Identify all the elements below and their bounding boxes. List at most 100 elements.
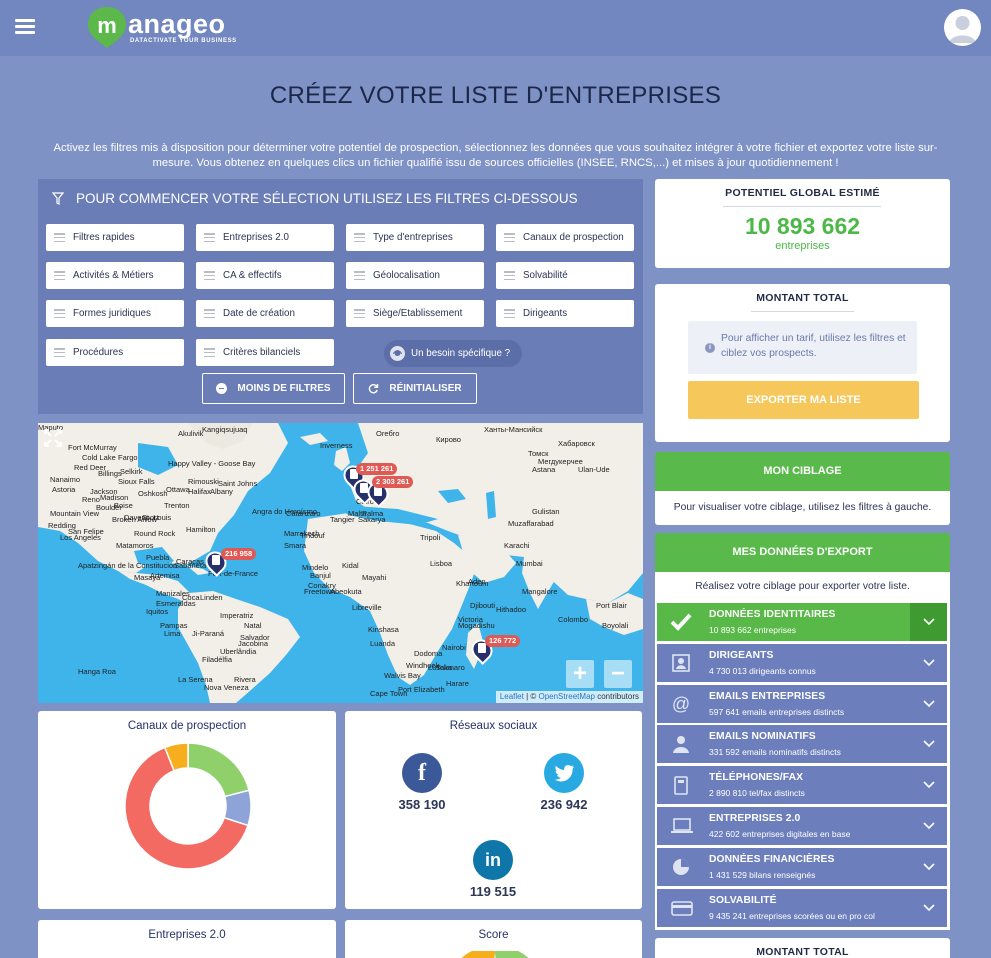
reseaux-card: Réseaux sociaux f 358 190 236 942 in 119… [345,711,642,909]
score-gauge [461,951,529,958]
chevron-down-icon[interactable] [910,807,947,845]
filter-button[interactable]: Procédures [46,339,184,366]
filter-button[interactable]: Type d'entreprises [346,224,484,251]
facebook-icon: f [402,753,442,793]
filter-button-label: Siège/Etablissement [373,308,463,319]
drag-handle-icon [354,271,365,280]
montant-card: MONTANT TOTAL i Pour afficher un tarif, … [655,284,950,442]
filter-button[interactable]: Critères bilanciels [196,339,334,366]
filter-button[interactable]: Entreprises 2.0 [196,224,334,251]
map-place-label: Port Blair [596,601,627,610]
map-place-label: Harare [446,679,469,688]
map-place-label: Nairobi [442,643,466,652]
map-place-label: Lusaka [428,663,453,672]
filter-button[interactable]: Siège/Etablissement [346,300,484,327]
map-place-label: Astana [532,465,556,474]
export-row[interactable]: ENTREPRISES 2.0 422 602 entreprises digit… [657,807,947,845]
map-place-label: Хабаровск [558,439,595,448]
filter-button[interactable]: Géolocalisation [346,262,484,289]
specific-need-button[interactable]: Un besoin spécifique ? [384,340,522,367]
filter-button[interactable]: Solvabilité [496,262,634,289]
drag-handle-icon [504,309,515,318]
map-place-label: Abeokuta [330,587,362,596]
drag-handle-icon [354,309,365,318]
drag-handle-icon [504,271,515,280]
support-icon [390,346,405,361]
export-row[interactable]: DONNÉES FINANCIÈRES 1 431 529 bilans rens… [657,847,947,886]
export-row[interactable]: EMAILS NOMINATIFS 331 592 emails nominati… [657,725,947,764]
menu-icon[interactable] [15,19,35,35]
twitter-icon [544,753,584,793]
export-row-title: DONNÉES FINANCIÈRES [709,853,835,865]
montant-title: MONTANT TOTAL [756,292,849,304]
map-place-label: Aden [468,577,486,586]
export-row-subtitle: 1 431 529 bilans renseignés [709,869,816,880]
map-place-label: Kinshasa [368,625,399,634]
zoom-in-button[interactable]: + [566,660,594,688]
map-place-label: Dodoma [414,649,443,658]
filter-button[interactable]: Activités & Métiers [46,262,184,289]
twitter-stat: 236 942 [524,753,604,812]
map-place-label: Albany [210,487,233,496]
map-place-label: Puebla [146,553,170,562]
reset-button[interactable]: RÉINITIALISER [353,373,477,404]
export-row-subtitle: 10 893 662 entreprises [709,625,796,635]
prospect-map[interactable]: Akulivik Kangiqsujuaq Ханты-Мансийск Кирово… [38,423,643,703]
map-place-label: Mountain View [50,509,100,518]
map-place-label: Smara [284,541,307,550]
at-icon: @ [670,694,692,714]
map-place-label: Happy Valley - Goose Bay [168,459,256,468]
map-place-label: Ji-Paraná [192,629,225,638]
filter-button[interactable]: Date de création [196,300,334,327]
map-place-label: Halifax [188,487,211,496]
user-avatar-icon[interactable] [944,9,981,46]
map-marker-count[interactable]: 2 303 261 [372,476,414,488]
map-place-label: Fort McMurray [68,443,117,452]
map-marker-count[interactable]: 216 958 [221,548,257,560]
export-list-button[interactable]: EXPORTER MA LISTE [688,381,919,419]
facebook-stat: f 358 190 [382,753,462,812]
donut-slice[interactable] [187,742,250,798]
export-row-subtitle: 331 592 emails nominatifs distincts [709,747,841,758]
tarif-info-text: Pour afficher un tarif, utilisez les fil… [721,333,906,359]
filter-button-label: Date de création [223,308,295,319]
export-row[interactable]: DIRIGEANTS 4 730 013 dirigeants connus [657,643,947,682]
export-row[interactable]: DONNÉES IDENTITAIRES 10 893 662 entrepris… [657,603,947,641]
osm-link[interactable]: OpenStreetMap [538,692,594,701]
map-place-label: Karachi [504,541,530,550]
map-place-label: Kangiqsujuaq [202,425,248,434]
map-place-label: Imperatriz [220,611,254,620]
chevron-down-icon[interactable] [910,685,947,723]
chevron-down-icon[interactable] [910,603,947,641]
fullscreen-icon[interactable] [38,423,68,453]
map-place-label: Coca [182,593,200,602]
top-bar: m anageo DATACTIVATE YOUR BUSINESS [0,0,991,56]
filter-button[interactable]: Canaux de prospection [496,224,634,251]
chevron-down-icon[interactable] [910,644,947,682]
logo[interactable]: m anageo DATACTIVATE YOUR BUSINESS [86,5,246,51]
map-marker-count[interactable]: 1 251 261 [356,463,398,475]
filter-button-label: Critères bilanciels [223,347,301,358]
map-place-label: Lima [164,629,181,638]
map-place-label: Banjul [310,571,331,580]
filter-button[interactable]: Filtres rapides [46,224,184,251]
map-place-label: Luanda [370,639,396,648]
map-marker-count[interactable]: 126 772 [485,635,521,647]
zoom-out-button[interactable]: − [604,660,632,688]
chevron-down-icon[interactable] [910,889,947,927]
filter-button[interactable]: CA & effectifs [196,262,334,289]
export-row[interactable]: @ EMAILS ENTREPRISES 597 641 emails entrep… [657,684,947,723]
less-filters-button[interactable]: MOINS DE FILTRES [202,373,345,404]
map-place-label: Astoria [52,485,76,494]
drag-handle-icon [204,233,215,242]
leaflet-link[interactable]: Leaflet [500,692,524,701]
map-place-label: Djibouti [470,601,496,610]
filter-button[interactable]: Formes juridiques [46,300,184,327]
map-place-label: Мегдукерчее [538,457,583,466]
chevron-down-icon[interactable] [910,766,947,804]
export-row[interactable]: TÉLÉPHONES/FAX 2 890 810 tel/fax distinct… [657,766,947,805]
export-row[interactable]: SOLVABILITÉ 9 435 241 entreprises scorées… [657,888,947,927]
chevron-down-icon[interactable] [910,848,947,886]
filter-button[interactable]: Dirigeants [496,300,634,327]
chevron-down-icon[interactable] [910,725,947,763]
